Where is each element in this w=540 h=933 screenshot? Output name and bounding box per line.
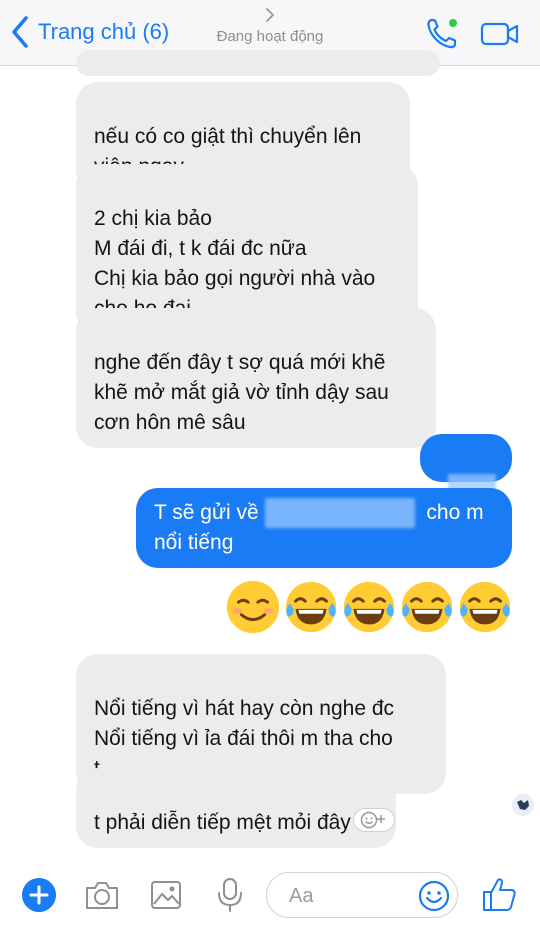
add-reaction-icon — [360, 811, 385, 829]
laughing-tears-icon — [343, 581, 395, 633]
redacted-text — [264, 498, 415, 528]
laughing-tears-icon — [401, 581, 453, 633]
message-text: nghe đến đây t sợ quá mới khẽ khẽ mở mắt… — [94, 351, 389, 434]
back-button[interactable]: Trang chủ (6) — [8, 14, 169, 50]
message-text-start: T sẽ gửi về — [154, 501, 265, 524]
message-text-line2: nổi tiếng — [154, 531, 234, 554]
chevron-left-icon — [12, 16, 28, 48]
message-line: T sẽ gửi về cho m — [154, 498, 494, 528]
message-bubble-received[interactable]: nghe đến đây t sợ quá mới khẽ khẽ mở mắt… — [76, 308, 436, 448]
laughing-tears-icon — [285, 581, 337, 633]
camera-icon[interactable] — [84, 876, 120, 914]
thumbs-up-icon[interactable] — [480, 874, 518, 914]
composer-bar: Aa — [0, 856, 540, 933]
seen-avatar — [512, 794, 534, 816]
message-bubble-partial — [76, 50, 440, 76]
message-input-placeholder: Aa — [289, 885, 314, 907]
microphone-icon[interactable] — [212, 876, 248, 914]
message-input[interactable]: Aa — [266, 872, 458, 918]
emoji-message[interactable] — [224, 578, 514, 636]
chevron-right-icon — [266, 8, 275, 22]
message-text: t phải diễn tiếp mệt mỏi đây — [94, 811, 351, 834]
emoji-picker-icon[interactable] — [417, 879, 451, 913]
active-status: Đang hoạt động — [216, 28, 324, 45]
conversation-title[interactable]: Đang hoạt động — [200, 6, 340, 45]
message-text-end: cho m — [420, 501, 484, 524]
add-reaction-button[interactable] — [353, 808, 395, 832]
message-bubble-sent[interactable] — [420, 434, 512, 504]
gallery-icon[interactable] — [148, 876, 184, 914]
message-text: 2 chị kia bảo M đái đi, t k đái đc nữa C… — [94, 207, 376, 320]
smiling-face-icon — [226, 580, 280, 634]
message-bubble-received[interactable]: t phải diễn tiếp mệt mỏi đây — [76, 768, 396, 848]
video-call-icon[interactable] — [480, 20, 520, 48]
phone-call-icon[interactable] — [424, 16, 460, 52]
laughing-tears-icon — [459, 581, 511, 633]
plus-icon[interactable] — [22, 878, 56, 912]
back-label: Trang chủ (6) — [38, 19, 170, 44]
message-bubble-sent[interactable]: T sẽ gửi về cho m nổi tiếng — [136, 488, 512, 568]
